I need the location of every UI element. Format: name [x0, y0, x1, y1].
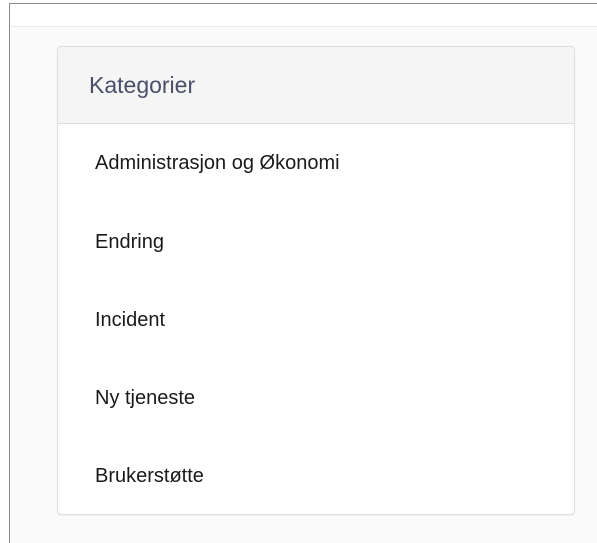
category-link[interactable]: Endring: [95, 231, 164, 254]
panel-heading: Kategorier: [58, 47, 574, 124]
category-item-administrasjon[interactable]: Administrasjon og Økonomi: [58, 124, 574, 203]
category-item-brukerstotte[interactable]: Brukerstøtte: [58, 437, 574, 514]
top-strip: [10, 4, 597, 27]
category-item-ny-tjeneste[interactable]: Ny tjeneste: [58, 359, 574, 437]
category-item-incident[interactable]: Incident: [58, 281, 574, 359]
category-item-endring[interactable]: Endring: [58, 203, 574, 281]
category-link[interactable]: Brukerstøtte: [95, 465, 204, 488]
page-frame: Kategorier Administrasjon og Økonomi End…: [9, 3, 597, 543]
categories-panel: Kategorier Administrasjon og Økonomi End…: [57, 46, 575, 515]
category-list: Administrasjon og Økonomi Endring Incide…: [58, 124, 574, 514]
category-link[interactable]: Ny tjeneste: [95, 387, 195, 410]
panel-title: Kategorier: [89, 71, 196, 98]
category-link[interactable]: Incident: [95, 309, 165, 332]
category-link[interactable]: Administrasjon og Økonomi: [95, 152, 340, 175]
